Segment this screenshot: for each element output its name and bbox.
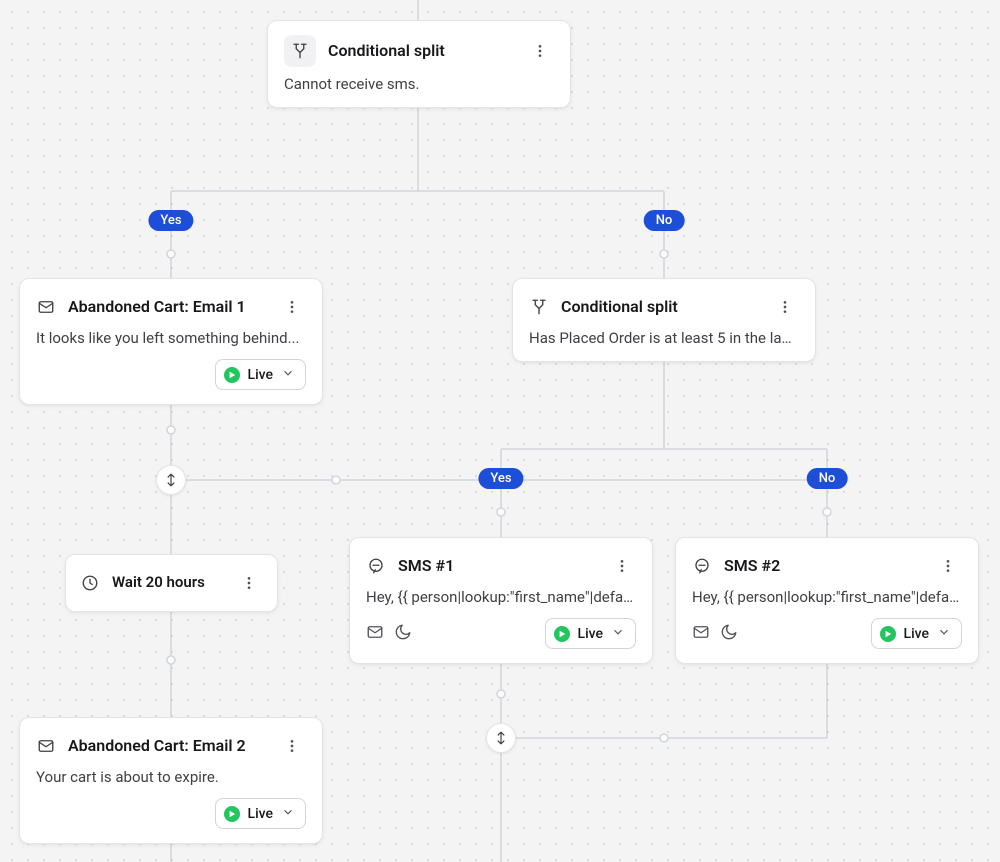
status-label: Live — [248, 367, 273, 383]
node-menu-button[interactable] — [235, 569, 263, 597]
branch-label-no: No — [807, 468, 848, 489]
smart-send-icon — [692, 623, 710, 645]
node-description: Hey, {{ person|lookup:"first_name"|defau… — [692, 588, 962, 606]
chevron-down-icon — [281, 804, 295, 823]
node-menu-button[interactable] — [608, 552, 636, 580]
node-sms-2[interactable]: SMS #2 Hey, {{ person|lookup:"first_name… — [675, 537, 979, 664]
status-selector[interactable]: Live — [545, 618, 636, 649]
node-description: Your cart is about to expire. — [36, 768, 306, 786]
smart-send-icon — [366, 623, 384, 645]
node-title: SMS #1 — [398, 556, 454, 577]
play-icon — [224, 367, 240, 383]
clock-icon — [80, 573, 100, 593]
split-icon — [284, 35, 316, 67]
node-email-2[interactable]: Abandoned Cart: Email 2 Your cart is abo… — [19, 717, 323, 844]
node-conditional-split[interactable]: Conditional split Has Placed Order is at… — [512, 278, 816, 362]
node-description: Hey, {{ person|lookup:"first_name"|defau… — [366, 588, 636, 606]
node-description: Cannot receive sms. — [284, 75, 554, 93]
node-email-1[interactable]: Abandoned Cart: Email 1 It looks like yo… — [19, 278, 323, 405]
mail-icon — [36, 736, 56, 756]
node-wait[interactable]: Wait 20 hours — [65, 554, 278, 612]
branch-label-yes: Yes — [148, 210, 193, 231]
status-label: Live — [248, 806, 273, 822]
node-menu-button[interactable] — [278, 293, 306, 321]
play-icon — [224, 806, 240, 822]
node-description: It looks like you left something behind.… — [36, 329, 306, 347]
merge-icon — [486, 723, 516, 753]
node-sms-1[interactable]: SMS #1 Hey, {{ person|lookup:"first_name… — [349, 537, 653, 664]
branch-label-yes: Yes — [478, 468, 523, 489]
play-icon — [880, 626, 896, 642]
quiet-hours-icon — [394, 623, 412, 645]
status-selector[interactable]: Live — [215, 798, 306, 829]
branch-label-no: No — [644, 210, 685, 231]
sms-icon — [692, 556, 712, 576]
status-selector[interactable]: Live — [871, 618, 962, 649]
status-selector[interactable]: Live — [215, 359, 306, 390]
status-label: Live — [578, 626, 603, 642]
node-title: Conditional split — [561, 297, 678, 318]
play-icon — [554, 626, 570, 642]
node-menu-button[interactable] — [526, 37, 554, 65]
node-title: SMS #2 — [724, 556, 780, 577]
node-conditional-split[interactable]: Conditional split Cannot receive sms. — [267, 20, 571, 108]
mail-icon — [36, 297, 56, 317]
quiet-hours-icon — [720, 623, 738, 645]
node-title: Abandoned Cart: Email 2 — [68, 736, 246, 757]
node-title: Wait 20 hours — [112, 573, 205, 593]
node-menu-button[interactable] — [771, 293, 799, 321]
node-title: Abandoned Cart: Email 1 — [68, 297, 246, 318]
node-title: Conditional split — [328, 41, 445, 62]
merge-icon — [156, 465, 186, 495]
split-icon — [529, 297, 549, 317]
chevron-down-icon — [281, 365, 295, 384]
sms-icon — [366, 556, 386, 576]
status-label: Live — [904, 626, 929, 642]
node-description: Has Placed Order is at least 5 in the la… — [529, 329, 799, 347]
chevron-down-icon — [937, 624, 951, 643]
node-menu-button[interactable] — [278, 732, 306, 760]
node-menu-button[interactable] — [934, 552, 962, 580]
chevron-down-icon — [611, 624, 625, 643]
